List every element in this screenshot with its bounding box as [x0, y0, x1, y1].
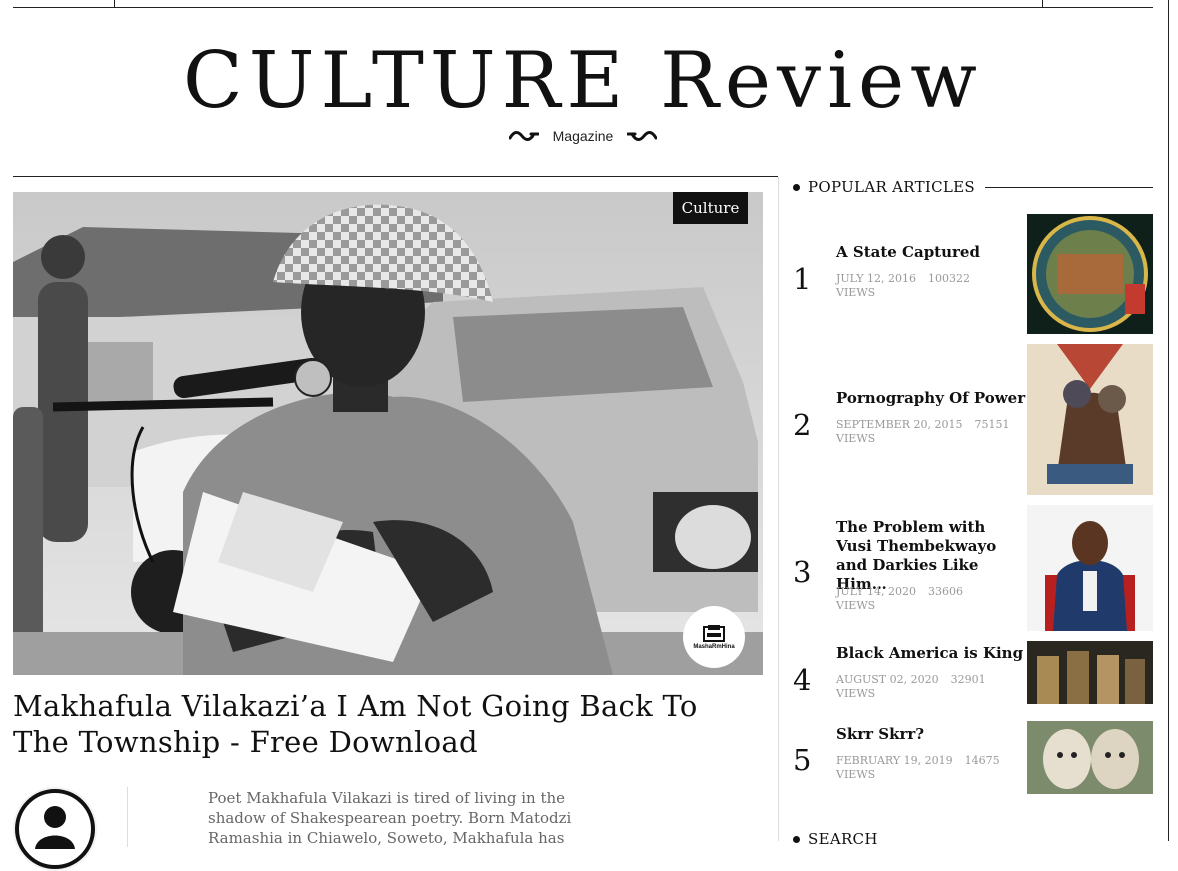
search-title: SEARCH: [808, 830, 878, 848]
author-avatar[interactable]: [13, 787, 97, 871]
squiggle-left-icon: [508, 131, 539, 141]
camera-frame-icon: [703, 625, 725, 642]
views-label: VIEWS: [836, 286, 876, 299]
article-headline[interactable]: Makhafula Vilakazi’a I Am Not Going Back…: [13, 688, 763, 760]
article-rank: 5: [793, 743, 812, 777]
article-title[interactable]: Black America is King: [836, 644, 1026, 663]
masthead: CULTURE Review Magazine: [0, 36, 1166, 144]
site-tagline: Magazine: [552, 128, 614, 144]
featured-image[interactable]: [13, 192, 763, 675]
article-date: SEPTEMBER 20, 2015: [836, 418, 963, 431]
article-excerpt: Poet Makhafula Vilakazi is tired of livi…: [208, 789, 572, 847]
article-title[interactable]: The Problem with Vusi Thembekwayo and Da…: [836, 518, 1016, 594]
article-meta: SEPTEMBER 20, 2015 75151 VIEWS: [836, 418, 1021, 446]
article-thumbnail[interactable]: [1027, 214, 1153, 334]
views-label: VIEWS: [836, 687, 876, 700]
category-badge[interactable]: Culture: [673, 192, 748, 224]
popular-article[interactable]: 1 A State Captured JULY 12, 2016 100322 V…: [793, 214, 1153, 334]
article-thumbnail[interactable]: [1027, 641, 1153, 704]
article-thumbnail[interactable]: [1027, 505, 1153, 631]
article-thumbnail[interactable]: [1027, 721, 1153, 794]
popular-article[interactable]: 4 Black America is King AUGUST 02, 2020 3…: [793, 641, 1153, 704]
article-meta: JULY 14, 2020 33606 VIEWS: [836, 585, 1021, 613]
top-nav-bar: [13, 0, 1153, 8]
search-header: SEARCH: [793, 830, 878, 848]
article-views: 100322: [928, 272, 971, 285]
popular-article[interactable]: 5 Skrr Skrr? FEBRUARY 19, 2019 14675 VIEW…: [793, 721, 1153, 794]
popular-article[interactable]: 2 Pornography Of Power SEPTEMBER 20, 201…: [793, 344, 1153, 495]
article-views: 75151: [974, 418, 1010, 431]
article-rank: 4: [793, 663, 812, 697]
article-views: 33606: [928, 585, 964, 598]
article-meta: FEBRUARY 19, 2019 14675 VIEWS: [836, 754, 1021, 782]
article-meta: JULY 12, 2016 100322 VIEWS: [836, 272, 1021, 300]
bullet-icon: [793, 183, 800, 191]
article-date: JULY 12, 2016: [836, 272, 917, 285]
views-label: VIEWS: [836, 432, 876, 445]
article-title[interactable]: A State Captured: [836, 243, 1016, 262]
popular-article[interactable]: 3 The Problem with Vusi Thembekwayo and …: [793, 505, 1153, 631]
nav-divider: [1042, 0, 1043, 7]
header-rule: [984, 186, 1153, 188]
source-logo: MashaRmHina: [683, 606, 745, 668]
tagline-row: Magazine: [0, 128, 1166, 144]
article-rank: 2: [793, 408, 812, 442]
site-title[interactable]: CULTURE Review: [0, 36, 1166, 126]
article-date: AUGUST 02, 2020: [836, 673, 939, 686]
popular-articles-title: POPULAR ARTICLES: [808, 178, 975, 196]
article-date: FEBRUARY 19, 2019: [836, 754, 953, 767]
article-thumbnail[interactable]: [1027, 344, 1153, 495]
article-title[interactable]: Pornography Of Power: [836, 389, 1026, 408]
views-label: VIEWS: [836, 599, 876, 612]
squiggle-right-icon: [627, 131, 658, 141]
popular-articles-header: POPULAR ARTICLES: [793, 177, 1153, 197]
views-label: VIEWS: [836, 768, 876, 781]
article-views: 14675: [964, 754, 1000, 767]
source-logo-text: MashaRmHina: [693, 644, 735, 650]
meta-divider: [127, 787, 128, 847]
nav-divider: [114, 0, 115, 7]
bullet-icon: [793, 835, 800, 843]
page-edge-rule: [1168, 0, 1169, 841]
user-icon: [15, 789, 95, 869]
article-rank: 1: [793, 262, 812, 296]
article-date: JULY 14, 2020: [836, 585, 917, 598]
article-rank: 3: [793, 555, 812, 589]
content-top-rule: [13, 176, 778, 177]
article-title[interactable]: Skrr Skrr?: [836, 725, 1016, 744]
article-views: 32901: [950, 673, 986, 686]
article-meta: AUGUST 02, 2020 32901 VIEWS: [836, 673, 1021, 701]
sidebar-divider: [778, 177, 779, 841]
